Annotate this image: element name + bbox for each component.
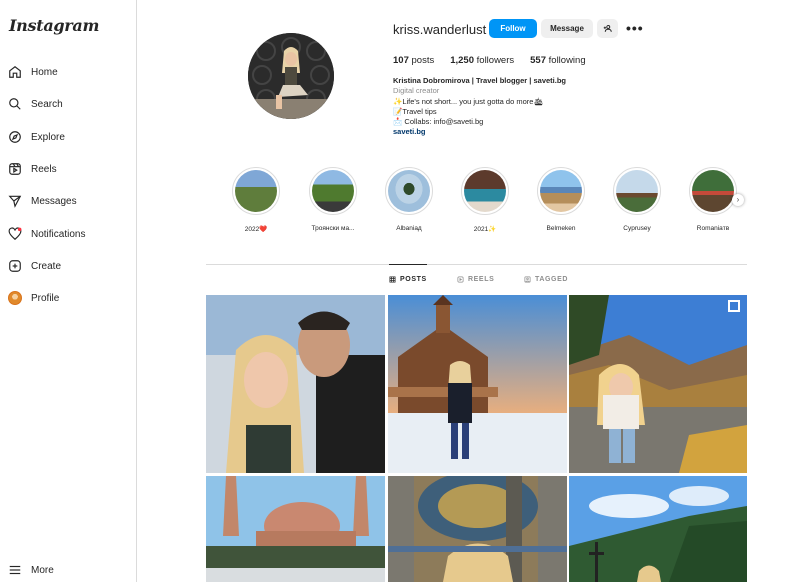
sidebar-item-label: Notifications	[31, 228, 86, 240]
sidebar-item-label: Explore	[31, 131, 65, 143]
sidebar-item-label: Create	[31, 260, 62, 272]
highlight-ring	[613, 167, 661, 215]
menu-icon	[9, 565, 21, 575]
bio-link[interactable]: saveti.bg	[393, 127, 653, 137]
post-image	[569, 476, 747, 582]
avatar	[8, 291, 22, 305]
tabs-divider	[206, 264, 747, 265]
sidebar-item-messages[interactable]: Messages	[8, 190, 77, 212]
follow-button[interactable]: Follow	[489, 19, 537, 38]
sidebar-item-reels[interactable]: Reels	[8, 158, 57, 180]
highlight-label: 2022❤️	[244, 226, 268, 233]
sidebar-item-label: Messages	[31, 195, 77, 207]
sidebar-item-label: More	[31, 564, 54, 576]
tab-label: REELS	[468, 276, 495, 283]
highlight-ring	[309, 167, 357, 215]
search-icon	[9, 98, 21, 110]
tab-label: POSTS	[400, 276, 427, 283]
bio-line: 📩 Collabs: info@saveti.bg	[393, 117, 484, 127]
story-highlight[interactable]: Cyprusey	[611, 167, 663, 232]
profile-stats: 107 posts 1,250 followers 557 following	[393, 55, 586, 66]
sidebar-item-home[interactable]: Home	[8, 61, 58, 83]
sidebar-item-explore[interactable]: Explore	[8, 126, 65, 148]
tab-posts[interactable]: POSTS	[389, 264, 427, 283]
instagram-logo[interactable]: Instagram	[9, 16, 99, 35]
highlight-ring	[232, 167, 280, 215]
bio-category: Digital creator	[393, 86, 440, 96]
sidebar-item-notifications[interactable]: Notifications	[8, 223, 85, 245]
story-highlight[interactable]: Belmeken	[535, 167, 587, 232]
sidebar-item-search[interactable]: Search	[8, 93, 63, 115]
bio-name: Kristina Dobromirova | Travel blogger | …	[393, 76, 566, 85]
send-icon	[8, 195, 22, 208]
post-thumbnail[interactable]	[388, 295, 567, 473]
post-thumbnail[interactable]	[388, 476, 567, 582]
profile-main: kriss.wanderlust Follow Message ••• 107 …	[137, 0, 800, 582]
post-thumbnail[interactable]	[569, 295, 747, 473]
highlight-label: Belmeken	[546, 225, 576, 232]
tab-reels[interactable]: REELS	[457, 276, 494, 283]
profile-bio: Kristina Dobromirova | Travel blogger | …	[393, 76, 653, 138]
highlight-label: Троянски ма...	[311, 225, 355, 232]
highlight-ring	[461, 167, 509, 215]
more-options-icon[interactable]: •••	[626, 21, 644, 35]
profile-username: kriss.wanderlust	[393, 22, 487, 37]
sidebar-item-profile[interactable]: Profile	[8, 287, 59, 309]
highlight-ring	[385, 167, 433, 215]
sidebar-item-more[interactable]: More	[8, 559, 54, 581]
posts-count[interactable]: 107 posts	[393, 55, 434, 66]
suggest-users-button[interactable]	[597, 19, 618, 38]
post-thumbnail[interactable]	[206, 476, 385, 582]
highlight-label: Romaniaтв	[696, 225, 730, 232]
profile-picture[interactable]	[248, 33, 334, 119]
bio-line: 📝Travel tips	[393, 106, 437, 116]
highlight-ring	[689, 167, 737, 215]
post-image	[569, 295, 747, 473]
post-image	[206, 476, 385, 582]
tag-icon	[524, 276, 531, 283]
story-highlight[interactable]: 2022❤️	[230, 167, 282, 233]
add-user-icon	[603, 25, 612, 32]
tab-tagged[interactable]: TAGGED	[524, 276, 568, 283]
plus-square-icon	[9, 260, 21, 272]
post-image	[206, 295, 385, 473]
story-highlight[interactable]: Троянски ма...	[307, 167, 359, 232]
highlight-label: Cyprusey	[623, 225, 651, 232]
sidebar-item-label: Search	[31, 98, 63, 110]
compass-icon	[9, 131, 21, 143]
highlight-label: Albaniaд	[396, 225, 422, 232]
sidebar-item-create[interactable]: Create	[8, 255, 61, 277]
tab-label: TAGGED	[535, 276, 569, 283]
sidebar: Instagram Home Search Explore Reels Mess…	[0, 0, 137, 582]
sidebar-item-label: Profile	[31, 292, 60, 304]
highlight-label: 2021✨	[473, 226, 497, 233]
sidebar-item-label: Reels	[31, 163, 57, 175]
following-count[interactable]: 557 following	[530, 55, 585, 66]
reels-icon	[457, 276, 464, 283]
story-highlight[interactable]: 2021✨	[459, 167, 511, 233]
post-image	[388, 295, 567, 473]
post-thumbnail[interactable]	[206, 295, 385, 473]
story-highlight[interactable]: Albaniaд	[383, 167, 435, 232]
sidebar-item-label: Home	[31, 66, 58, 78]
message-button[interactable]: Message	[541, 19, 593, 38]
followers-count[interactable]: 1,250 followers	[450, 55, 514, 66]
reels-icon	[9, 163, 21, 175]
chevron-right-icon[interactable]: ›	[732, 194, 744, 206]
home-icon	[9, 66, 21, 78]
post-image	[388, 476, 567, 582]
bio-line: ✨Life's not short... you just gotta do m…	[393, 96, 543, 106]
profile-photo	[248, 33, 334, 119]
grid-icon	[389, 276, 396, 283]
post-thumbnail[interactable]	[569, 476, 747, 582]
highlight-ring	[537, 167, 585, 215]
heart-icon	[8, 227, 22, 241]
